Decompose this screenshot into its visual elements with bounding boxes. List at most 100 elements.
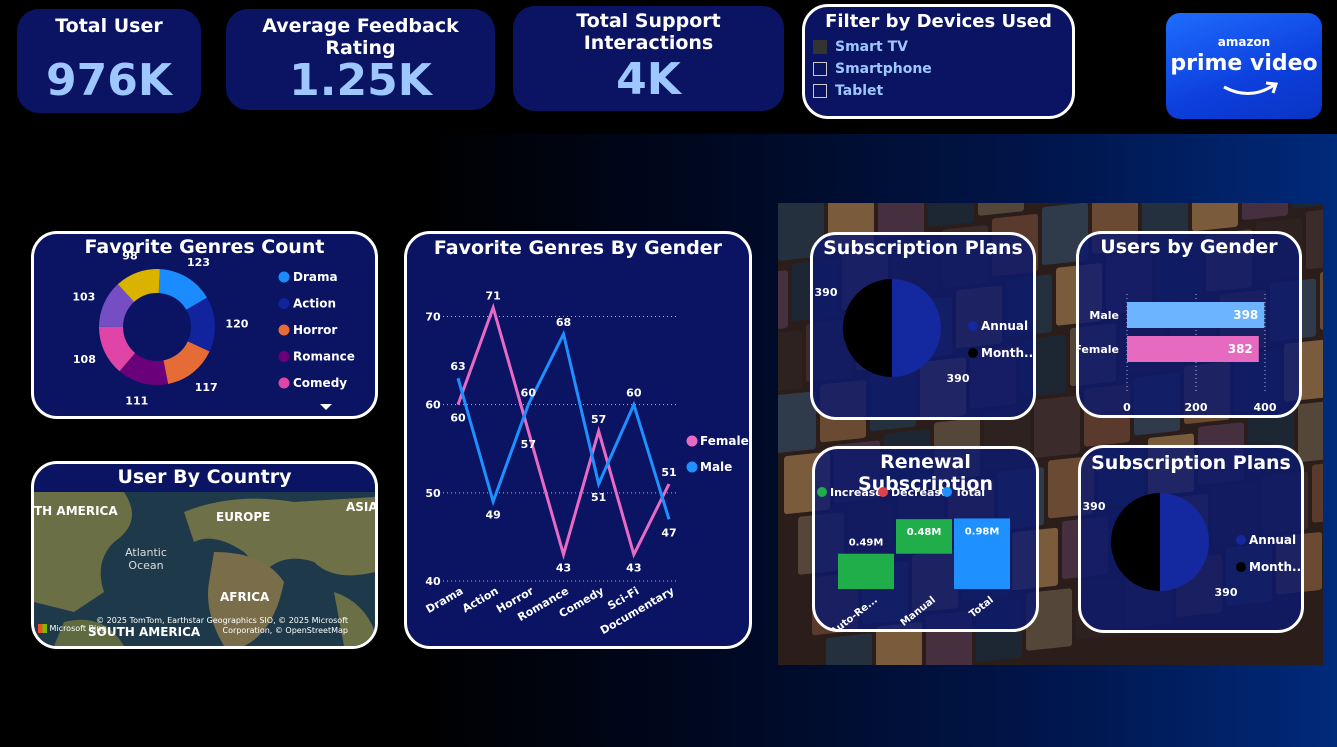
map-label: ASIA <box>346 500 375 514</box>
prime-video-logo: amazon prime video <box>1166 13 1322 119</box>
poster-tile <box>1306 206 1323 270</box>
pie-data-label: 390 <box>947 372 970 385</box>
poster-tile <box>928 203 974 227</box>
filter-option-smart-tv[interactable]: Smart TV <box>813 39 908 55</box>
genres-gender-panel: Favorite Genres By Gender 40 50 60 70 Drama A… <box>404 231 752 649</box>
legend-marker <box>817 487 827 497</box>
data-label: 49 <box>486 509 501 522</box>
legend-marker <box>686 461 698 473</box>
legend-marker <box>278 271 290 283</box>
bing-logo-text: Microsoft Bing <box>49 624 107 633</box>
legend-label: Drama <box>293 270 338 284</box>
legend-label: Horror <box>293 323 337 337</box>
subscription-pie-chart: 390 390 Annual Month... <box>1083 493 1301 599</box>
data-label: 71 <box>486 290 501 303</box>
legend-label: Romance <box>293 350 355 364</box>
data-label: 68 <box>556 316 571 329</box>
data-label: 43 <box>626 562 641 575</box>
legend-marker <box>278 377 290 389</box>
legend-label: Month... <box>1249 560 1301 574</box>
genres-count-panel: Favorite Genres Count 123 120 117 111 108 103… <box>31 231 378 419</box>
data-label: 60 <box>450 412 466 425</box>
data-label: 60 <box>626 387 642 400</box>
legend-label: Male <box>700 460 732 474</box>
legend-marker <box>968 348 978 358</box>
map-label: EUROPE <box>216 510 271 524</box>
donut-data-label: 111 <box>125 395 148 408</box>
donut-data-label: 103 <box>72 290 95 303</box>
filter-option-smartphone[interactable]: Smartphone <box>813 61 932 77</box>
bar-data-label: 0.48M <box>907 527 942 538</box>
legend-label: Decrease <box>891 486 948 499</box>
renewal-subscription-panel: Renewal Subscription Increase Decrease Tot… <box>812 446 1039 632</box>
genres-gender-line-chart: 40506070DramaActionHorrorRomanceComedy Sc… <box>424 290 749 638</box>
y-tick-label: 40 <box>425 575 441 588</box>
bar-data-label: 0.49M <box>849 538 884 549</box>
data-label: 57 <box>521 438 536 451</box>
poster-tile <box>978 203 1024 216</box>
y-tick-label: 60 <box>425 399 441 412</box>
y-category-label: Female <box>1079 343 1119 356</box>
checkbox[interactable] <box>813 62 827 76</box>
subscription-plans-panel-2: Subscription Plans 390 390 Annual Month... <box>1078 445 1304 633</box>
donut-data-label: 117 <box>195 381 218 394</box>
legend-marker <box>942 487 952 497</box>
data-label: 51 <box>591 491 606 504</box>
bar-data-label: 398 <box>1233 308 1258 322</box>
map-label: TH AMERICA <box>34 504 118 518</box>
pie-slice <box>1160 493 1209 591</box>
data-label: 57 <box>591 413 606 426</box>
legend-label: Total <box>955 486 985 499</box>
map-credit: © 2025 TomTom, Earthstar Geographics SIO… <box>96 616 348 635</box>
poster-tile <box>778 330 802 394</box>
world-map[interactable]: TH AMERICA EUROPE ASIA Atlantic Ocean AF… <box>34 492 375 646</box>
bing-logo: Microsoft Bing <box>38 624 106 633</box>
legend-label: Increase <box>830 486 883 499</box>
legend-marker <box>968 321 978 331</box>
x-tick-label: Total <box>968 595 996 620</box>
poster-tile <box>1028 203 1074 205</box>
poster-tile <box>1298 399 1323 463</box>
data-label: 51 <box>661 466 676 479</box>
checkbox[interactable] <box>813 84 827 98</box>
series-line-male <box>456 329 671 520</box>
pie-data-label: 390 <box>1215 586 1238 599</box>
y-tick-label: 70 <box>425 310 441 323</box>
kpi-value: 1.25K <box>289 55 432 106</box>
subscription-pie-chart: 390 390 Annual Month... <box>815 279 1033 385</box>
legend-marker <box>1236 562 1246 572</box>
legend-label: Comedy <box>293 376 347 390</box>
legend-marker <box>278 324 290 336</box>
device-filter-slicer: Filter by Devices Used Smart TV Smartpho… <box>802 4 1075 119</box>
poster-tile <box>778 270 788 333</box>
kpi-value: 4K <box>616 54 681 105</box>
filter-option-tablet[interactable]: Tablet <box>813 83 883 99</box>
filter-option-label: Tablet <box>835 83 884 99</box>
y-tick-label: 50 <box>425 487 441 500</box>
kpi-average-feedback: Average Feedback Rating 1.25K <box>226 9 495 110</box>
data-label: 43 <box>556 562 571 575</box>
checkbox[interactable] <box>813 40 827 54</box>
poster-tile <box>1312 460 1323 523</box>
filter-option-label: Smart TV <box>835 39 908 55</box>
pie-slice <box>1111 493 1160 591</box>
users-gender-bar-chart: 0 200 400 398 Male 382 Female <box>1079 294 1277 414</box>
x-tick-label: Manual <box>899 595 938 629</box>
poster-tile <box>1292 203 1323 209</box>
more-arrow-icon[interactable] <box>320 404 332 410</box>
kpi-support-interactions: Total Support Interactions 4K <box>513 6 784 111</box>
legend-marker <box>278 351 290 362</box>
donut-data-label: 108 <box>73 353 96 366</box>
pie-slice <box>892 279 941 377</box>
kpi-title: Average Feedback Rating <box>262 15 459 59</box>
legend-label: Action <box>293 297 336 311</box>
legend-label: Annual <box>981 319 1028 333</box>
y-category-label: Male <box>1089 309 1119 322</box>
map-label: Atlantic Ocean <box>125 546 167 572</box>
filter-title: Filter by Devices Used <box>825 11 1052 32</box>
subscription-plans-panel-1: Subscription Plans 390 390 Annual Month... <box>810 232 1036 420</box>
donut-data-label: 123 <box>187 256 210 269</box>
users-gender-panel: Users by Gender 0200400398Male382Female <box>1076 231 1302 418</box>
kpi-value: 976K <box>46 55 172 106</box>
legend-label: Month... <box>981 346 1033 360</box>
